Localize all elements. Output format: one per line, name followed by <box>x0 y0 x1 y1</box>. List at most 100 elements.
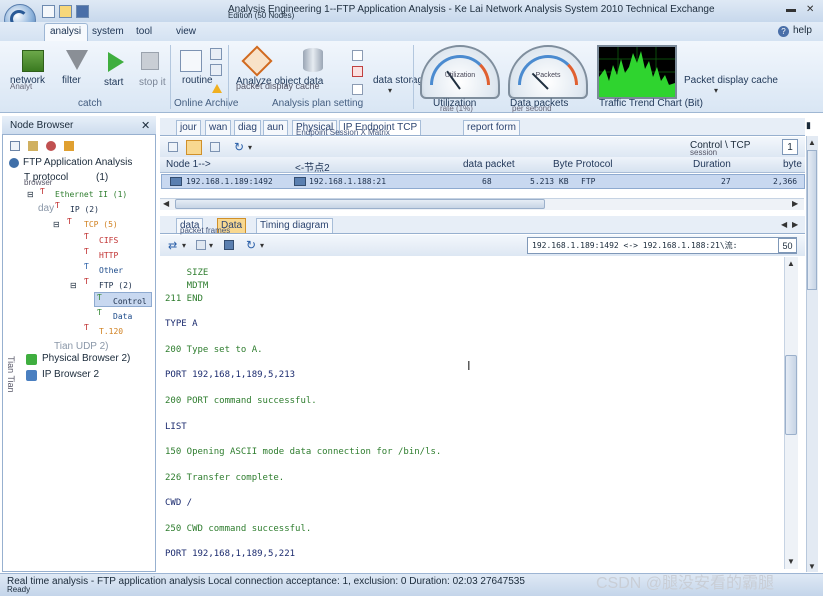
filter-tool-icon[interactable] <box>196 240 206 250</box>
scroll-thumb[interactable] <box>785 355 797 435</box>
tree-ethernet[interactable]: Ethernet II (1) <box>55 190 127 199</box>
grid-tool-icon-active[interactable] <box>186 140 202 155</box>
window-title-sub: Edition (50 Nodes) <box>228 11 295 20</box>
copy-icon[interactable] <box>352 84 363 95</box>
tree-root[interactable]: FTP Application Analysis <box>23 157 132 168</box>
tab-scroll-left-icon[interactable]: ◀ <box>781 220 787 229</box>
tree-physical-browser[interactable]: Physical Browser 2) <box>42 353 130 364</box>
decode-line: 150 Opening ASCII mode data connection f… <box>165 447 442 457</box>
tree-control[interactable]: Control <box>113 297 147 306</box>
tree-ftp[interactable]: FTP (2) <box>99 281 133 290</box>
arrange-icon[interactable]: ⇄ <box>168 239 177 252</box>
network-node-icon: Ƭ <box>84 247 89 256</box>
refresh-icon[interactable]: ↻ <box>234 140 244 154</box>
flow-count[interactable]: 50 <box>778 238 797 253</box>
decode-text-pane[interactable] <box>161 257 783 569</box>
col-node1[interactable]: Node 1--> <box>166 159 211 170</box>
stop-button[interactable]: stop it <box>139 77 166 88</box>
grid-tool-icon[interactable] <box>168 142 178 152</box>
chevron-down-icon[interactable]: ▾ <box>388 86 392 95</box>
tree-udp[interactable]: Tian UDP 2) <box>54 341 108 352</box>
edit-icon[interactable] <box>352 50 363 61</box>
database-icon[interactable] <box>303 48 323 72</box>
tree-cifs[interactable]: CIFS <box>99 236 118 245</box>
routine-icon[interactable] <box>180 50 202 72</box>
col-byte[interactable]: byte <box>783 159 802 170</box>
archive-small-icon[interactable] <box>210 48 222 60</box>
tree-ip[interactable]: IP (2) <box>70 205 99 214</box>
side-tabs[interactable]: Tian Tian <box>6 356 16 393</box>
traffic-trend-chart[interactable] <box>597 45 677 99</box>
tab-scroll-right-icon[interactable]: ▶ <box>792 220 798 229</box>
tree-http[interactable]: HTTP <box>99 251 118 260</box>
filter-icon[interactable] <box>66 50 88 70</box>
tree-ip-browser[interactable]: IP Browser 2 <box>42 369 99 380</box>
scroll-thumb[interactable] <box>807 150 817 290</box>
close-icon[interactable]: ✕ <box>806 4 814 15</box>
tab-diag[interactable]: diag <box>234 120 261 135</box>
chevron-down-icon[interactable]: ▾ <box>248 143 252 152</box>
menu-tab-system[interactable]: system <box>92 26 124 37</box>
network-icon[interactable] <box>22 50 44 72</box>
tree-t120[interactable]: T.120 <box>99 327 123 336</box>
grid-tool-icon-3[interactable] <box>210 142 220 152</box>
close-icon[interactable]: ✕ <box>141 119 150 132</box>
cell-node2: 192.168.1.188:21 <box>309 177 387 186</box>
col-packets[interactable]: data packet <box>463 159 515 170</box>
packet-display-cache-right[interactable]: Packet display cache <box>684 75 778 86</box>
help-link[interactable]: help <box>793 25 812 36</box>
save-icon[interactable] <box>76 5 89 18</box>
help-icon[interactable]: ? <box>778 26 789 37</box>
cell-protocol: FTP <box>581 177 596 186</box>
collapse-icon[interactable]: ⊟ <box>27 190 34 199</box>
packet-display-cache-button[interactable]: packet display cache <box>236 81 320 91</box>
chevron-down-icon[interactable]: ▾ <box>260 241 264 250</box>
status-ready: Ready <box>7 585 31 594</box>
refresh-icon[interactable]: ↻ <box>246 238 256 252</box>
tree-tool-icon[interactable] <box>10 141 20 151</box>
menu-tab-analysis[interactable]: analysi <box>50 26 81 37</box>
scroll-right-icon[interactable]: ▶ <box>792 199 798 208</box>
decode-line: 226 Transfer complete. <box>165 473 285 483</box>
stop-icon[interactable] <box>141 52 159 70</box>
routine-button[interactable]: routine <box>182 75 213 86</box>
tab-aun[interactable]: aun <box>263 120 288 135</box>
new-icon[interactable] <box>42 5 55 18</box>
delete-icon[interactable] <box>352 66 363 77</box>
open-folder-icon[interactable] <box>59 5 72 18</box>
menu-tab-view[interactable]: view <box>176 26 196 37</box>
pin-icon[interactable]: ▮ <box>806 120 811 131</box>
scroll-down-icon[interactable]: ▼ <box>787 557 795 566</box>
start-button[interactable]: start <box>104 77 123 88</box>
chevron-down-icon[interactable]: ▾ <box>209 241 213 250</box>
collapse-icon[interactable]: ⊟ <box>53 220 60 229</box>
menu-tab-tool[interactable]: tool <box>136 26 152 37</box>
tree-tcp[interactable]: TCP (5) <box>84 220 118 229</box>
col-bytes-protocol[interactable]: Byte Protocol <box>553 159 612 170</box>
minimize-icon[interactable]: ▬ <box>786 4 796 15</box>
chevron-down-icon[interactable]: ▾ <box>714 86 718 95</box>
scroll-up-icon[interactable]: ▲ <box>808 138 816 147</box>
filter-button[interactable]: filter <box>62 75 81 86</box>
tab-report-form[interactable]: report form <box>463 120 520 135</box>
tab-timing-diagram[interactable]: Timing diagram <box>256 218 333 233</box>
tree-tool-icon-2[interactable] <box>28 141 38 151</box>
tree-tool-icon-4[interactable] <box>64 141 74 151</box>
scroll-down-icon[interactable]: ▼ <box>808 562 816 571</box>
ribbon-separator <box>413 45 414 109</box>
tab-journal[interactable]: jour <box>176 120 201 135</box>
col-node2[interactable]: <-节点2 <box>295 159 330 174</box>
scroll-left-icon[interactable]: ◀ <box>163 199 169 208</box>
collapse-icon[interactable]: ⊟ <box>70 281 77 290</box>
chevron-down-icon[interactable]: ▾ <box>182 241 186 250</box>
tree-other[interactable]: Other <box>99 266 123 275</box>
tab-wan[interactable]: wan <box>205 120 232 135</box>
tree-tool-icon-3[interactable] <box>46 141 56 151</box>
scroll-thumb[interactable] <box>175 199 545 209</box>
scroll-up-icon[interactable]: ▲ <box>787 259 795 268</box>
page-number-input[interactable]: 1 <box>782 139 798 155</box>
tree-data[interactable]: Data <box>113 312 132 321</box>
col-duration[interactable]: Duration <box>693 159 731 170</box>
start-icon[interactable] <box>108 52 124 72</box>
save-icon[interactable] <box>224 240 234 250</box>
